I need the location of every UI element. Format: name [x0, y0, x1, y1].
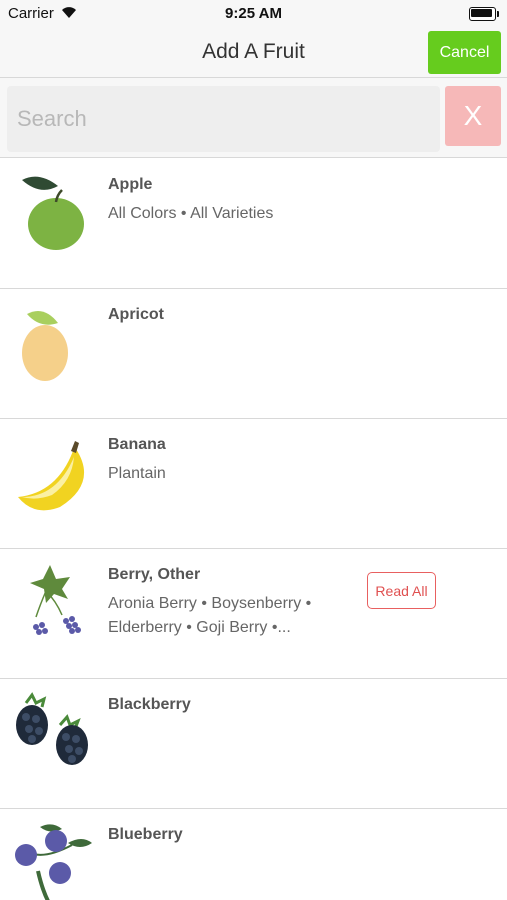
blackberry-icon — [16, 692, 88, 765]
fruit-name: Banana — [108, 436, 166, 453]
fruit-name: Berry, Other — [108, 566, 201, 583]
status-time: 9:25 AM — [225, 5, 282, 22]
list-item-apricot[interactable]: Apricot — [0, 289, 507, 419]
fruit-name: Apricot — [108, 306, 164, 323]
search-input[interactable] — [7, 86, 440, 152]
fruit-subtitle: Plantain — [108, 465, 166, 482]
blueberry-icon — [15, 824, 92, 900]
nav-bar: Add A Fruit Cancel — [0, 28, 507, 78]
berry-branch-icon — [30, 565, 81, 635]
fruit-list: Apple All Colors • All Varieties Apricot… — [0, 159, 507, 900]
search-bar: X — [0, 78, 507, 158]
fruit-name: Blackberry — [108, 696, 191, 713]
fruit-subtitle: Aronia Berry • Boysenberry • Elderberry … — [108, 595, 312, 636]
apple-icon — [22, 176, 84, 250]
fruit-subtitle: All Colors • All Varieties — [108, 205, 274, 222]
list-item-berry-other[interactable]: Berry, Other Aronia Berry • Boysenberry … — [0, 549, 507, 679]
battery-icon — [469, 7, 499, 21]
fruit-name: Blueberry — [108, 826, 183, 843]
list-item-blackberry[interactable]: Blackberry — [0, 679, 507, 809]
list-item-blueberry[interactable]: Blueberry — [0, 809, 507, 900]
cancel-button[interactable]: Cancel — [428, 31, 501, 74]
list-item-banana[interactable]: Banana Plantain — [0, 419, 507, 549]
clear-search-button[interactable]: X — [445, 86, 501, 146]
banana-icon — [18, 441, 85, 511]
apricot-icon — [22, 311, 68, 381]
status-bar: Carrier 9:25 AM — [0, 0, 507, 28]
list-item-apple[interactable]: Apple All Colors • All Varieties — [0, 159, 507, 289]
fruit-name: Apple — [108, 176, 153, 193]
read-all-button[interactable]: Read All — [367, 572, 436, 609]
